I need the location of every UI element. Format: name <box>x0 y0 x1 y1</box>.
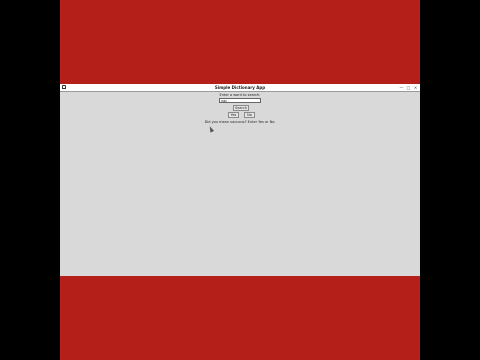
no-button[interactable]: No <box>244 112 255 118</box>
title-bar[interactable]: Simple Dictionary App — □ × <box>60 84 420 92</box>
search-button[interactable]: Search <box>233 105 249 111</box>
search-prompt-label: Enter a word to search: <box>219 93 261 97</box>
close-icon[interactable]: × <box>413 85 418 90</box>
word-input[interactable] <box>219 98 261 103</box>
suggestion-text: Did you mean vacuous? Enter Yes or No. <box>204 120 276 124</box>
minimize-icon[interactable]: — <box>399 85 404 90</box>
app-window: Simple Dictionary App — □ × Enter a word… <box>60 84 420 276</box>
yes-button[interactable]: Yes <box>228 112 239 118</box>
window-title: Simple Dictionary App <box>214 85 266 90</box>
mouse-pointer-icon <box>207 125 215 133</box>
app-content: Enter a word to search: Search Yes No Di… <box>60 92 420 276</box>
desktop-background-bottom <box>60 276 420 360</box>
maximize-icon[interactable]: □ <box>406 85 411 90</box>
